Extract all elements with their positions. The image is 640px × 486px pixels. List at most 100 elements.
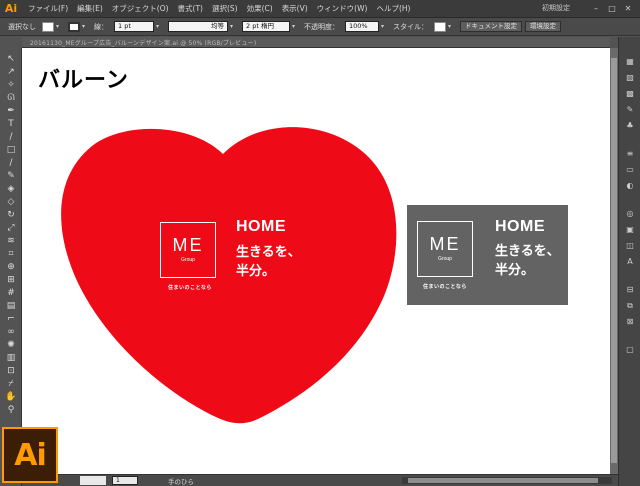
chevron-down-icon[interactable]: ▾ bbox=[448, 22, 456, 32]
preferences-button[interactable]: 環境設定 bbox=[525, 21, 561, 32]
current-tool-status: 手のひら bbox=[168, 477, 194, 486]
document-settings-button[interactable]: ドキュメント設定 bbox=[460, 21, 522, 32]
brushes-icon[interactable]: ✎ bbox=[625, 105, 635, 115]
artboard-number-field[interactable]: 1 bbox=[112, 476, 138, 485]
vertical-scroll-thumb[interactable] bbox=[611, 58, 617, 463]
artboard-tool-icon[interactable]: ⊡ bbox=[5, 366, 17, 377]
menu-edit[interactable]: 編集(E) bbox=[77, 3, 103, 14]
close-button[interactable]: ✕ bbox=[620, 4, 636, 13]
graphic-styles-icon[interactable]: ▣ bbox=[625, 225, 635, 235]
chevron-down-icon[interactable]: ▾ bbox=[292, 22, 300, 32]
appearance-icon[interactable]: ◎ bbox=[625, 209, 635, 219]
pencil-tool-icon[interactable]: ✎ bbox=[5, 171, 17, 182]
scale-tool-icon[interactable]: ⤢ bbox=[5, 223, 17, 234]
gray-logo-me-text: ME bbox=[429, 234, 461, 254]
stroke-width-field[interactable]: 1 pt bbox=[114, 21, 154, 32]
style-label: スタイル： bbox=[393, 22, 428, 31]
heart-shape[interactable] bbox=[61, 127, 397, 424]
logo-me-text: ME bbox=[172, 235, 204, 255]
eraser-tool-icon[interactable]: ◇ bbox=[5, 197, 17, 208]
column-graph-tool-icon[interactable]: ▥ bbox=[5, 353, 17, 364]
workspace-switcher[interactable]: 初期設定 bbox=[542, 3, 570, 13]
window-controls: – □ ✕ bbox=[588, 4, 636, 13]
line-tool-icon[interactable]: / bbox=[5, 132, 17, 143]
menu-select[interactable]: 選択(S) bbox=[212, 3, 238, 14]
menu-type[interactable]: 書式(T) bbox=[178, 3, 203, 14]
stroke-swatch[interactable] bbox=[68, 21, 80, 32]
zoom-field[interactable] bbox=[80, 476, 106, 485]
chevron-down-icon[interactable]: ▾ bbox=[381, 22, 389, 32]
gradient-panel-icon[interactable]: ▭ bbox=[625, 165, 635, 175]
symbol-sprayer-tool-icon[interactable]: ✺ bbox=[5, 340, 17, 351]
menu-view[interactable]: 表示(V) bbox=[282, 3, 308, 14]
maximize-button[interactable]: □ bbox=[604, 4, 620, 13]
opacity-field[interactable]: 100% bbox=[345, 21, 379, 32]
magic-wand-tool-icon[interactable]: ✧ bbox=[5, 80, 17, 91]
menu-help[interactable]: ヘルプ(H) bbox=[376, 3, 410, 14]
symbols-icon[interactable]: ♣ bbox=[625, 121, 635, 131]
horizontal-scrollbar[interactable] bbox=[402, 477, 612, 484]
horizontal-scroll-thumb[interactable] bbox=[408, 478, 598, 483]
panel-dock: ▦ ▨ ▩ ✎ ♣ ≡ ▭ ◐ ◎ ▣ ◫ A ⊟ ⧉ ⊠ ▢ bbox=[618, 37, 640, 486]
fill-swatch[interactable] bbox=[42, 21, 54, 32]
rectangle-tool-icon[interactable]: □ bbox=[5, 145, 17, 156]
selection-tool-icon[interactable]: ↖ bbox=[5, 54, 17, 65]
tools-panel: ↖ ↗ ✧ ᘏ ✒ T / □ ∕ ✎ ◈ ◇ ↻ ⤢ ≋ ⌗ ⊕ ⊞ # ▤ … bbox=[0, 48, 22, 486]
type-tool-icon[interactable]: T bbox=[5, 119, 17, 130]
color-panel-icon[interactable]: ▦ bbox=[625, 57, 635, 67]
opacity-label[interactable]: 不透明度： bbox=[304, 22, 339, 32]
hand-tool-icon[interactable]: ✋ bbox=[5, 392, 17, 403]
lasso-tool-icon[interactable]: ᘏ bbox=[5, 93, 17, 104]
slice-tool-icon[interactable]: ⌿ bbox=[5, 379, 17, 390]
line-style-field[interactable]: 均等 bbox=[168, 21, 228, 32]
chevron-down-icon[interactable]: ▾ bbox=[230, 22, 238, 32]
gray-tagline: 住まいのことなら bbox=[423, 284, 467, 290]
perspective-tool-icon[interactable]: ⊞ bbox=[5, 275, 17, 286]
document-tab[interactable]: 20161130_MEグループ広告_バルーンデザイン案.ai @ 50% (RG… bbox=[22, 37, 610, 48]
layers-icon[interactable]: ◫ bbox=[625, 241, 635, 251]
paintbrush-tool-icon[interactable]: ∕ bbox=[5, 158, 17, 169]
mesh-tool-icon[interactable]: # bbox=[5, 288, 17, 299]
menu-effect[interactable]: 効果(C) bbox=[247, 3, 273, 14]
transparency-icon[interactable]: ◐ bbox=[625, 181, 635, 191]
control-bar: 選択なし ▾ ▾ 線： 1 pt ▾ 均等 ▾ 2 pt 楕円 ▾ 不透明度： … bbox=[0, 18, 640, 36]
eyedropper-tool-icon[interactable]: ⌐ bbox=[5, 314, 17, 325]
vertical-scrollbar[interactable] bbox=[610, 48, 618, 474]
illustrator-window: Ai ファイル(F) 編集(E) オブジェクト(O) 書式(T) 選択(S) 効… bbox=[0, 0, 640, 486]
blend-tool-icon[interactable]: ∞ bbox=[5, 327, 17, 338]
stroke-label[interactable]: 線： bbox=[94, 22, 108, 32]
character-icon[interactable]: A bbox=[625, 257, 635, 267]
artboards-icon[interactable]: ▢ bbox=[625, 345, 635, 355]
stroke-panel-icon[interactable]: ≡ bbox=[625, 149, 635, 159]
status-bar: 1 手のひら bbox=[22, 474, 618, 486]
style-swatch[interactable] bbox=[434, 21, 446, 32]
direct-selection-tool-icon[interactable]: ↗ bbox=[5, 67, 17, 78]
minimize-button[interactable]: – bbox=[588, 4, 604, 13]
menu-file[interactable]: ファイル(F) bbox=[28, 3, 68, 14]
free-transform-tool-icon[interactable]: ⌗ bbox=[5, 249, 17, 260]
chevron-down-icon[interactable]: ▾ bbox=[156, 22, 164, 32]
menu-window[interactable]: ウィンドウ(W) bbox=[317, 3, 368, 14]
logo-group-text: Group bbox=[181, 257, 195, 263]
color-guide-icon[interactable]: ▨ bbox=[625, 73, 635, 83]
swatches-icon[interactable]: ▩ bbox=[625, 89, 635, 99]
blob-brush-tool-icon[interactable]: ◈ bbox=[5, 184, 17, 195]
artboard-canvas[interactable]: バルーン ME Group 住まいのことなら HOME 生きるを、 半分。 ME… bbox=[22, 48, 610, 474]
menu-object[interactable]: オブジェクト(O) bbox=[112, 3, 169, 14]
chevron-down-icon[interactable]: ▾ bbox=[56, 22, 64, 32]
width-tool-icon[interactable]: ≋ bbox=[5, 236, 17, 247]
chevron-down-icon[interactable]: ▾ bbox=[82, 22, 90, 32]
brush-field[interactable]: 2 pt 楕円 bbox=[242, 21, 290, 32]
gray-logo-group-text: Group bbox=[438, 256, 452, 262]
shape-builder-tool-icon[interactable]: ⊕ bbox=[5, 262, 17, 273]
gray-home-heading: HOME bbox=[495, 218, 545, 235]
gray-catchcopy-line-2: 半分。 bbox=[495, 263, 535, 278]
align-icon[interactable]: ⊟ bbox=[625, 285, 635, 295]
zoom-tool-icon[interactable]: ⚲ bbox=[5, 405, 17, 416]
transform-icon[interactable]: ⊠ bbox=[625, 317, 635, 327]
pen-tool-icon[interactable]: ✒ bbox=[5, 106, 17, 117]
gradient-tool-icon[interactable]: ▤ bbox=[5, 301, 17, 312]
logo-frame: ME Group bbox=[160, 222, 216, 278]
rotate-tool-icon[interactable]: ↻ bbox=[5, 210, 17, 221]
pathfinder-icon[interactable]: ⧉ bbox=[625, 301, 635, 311]
